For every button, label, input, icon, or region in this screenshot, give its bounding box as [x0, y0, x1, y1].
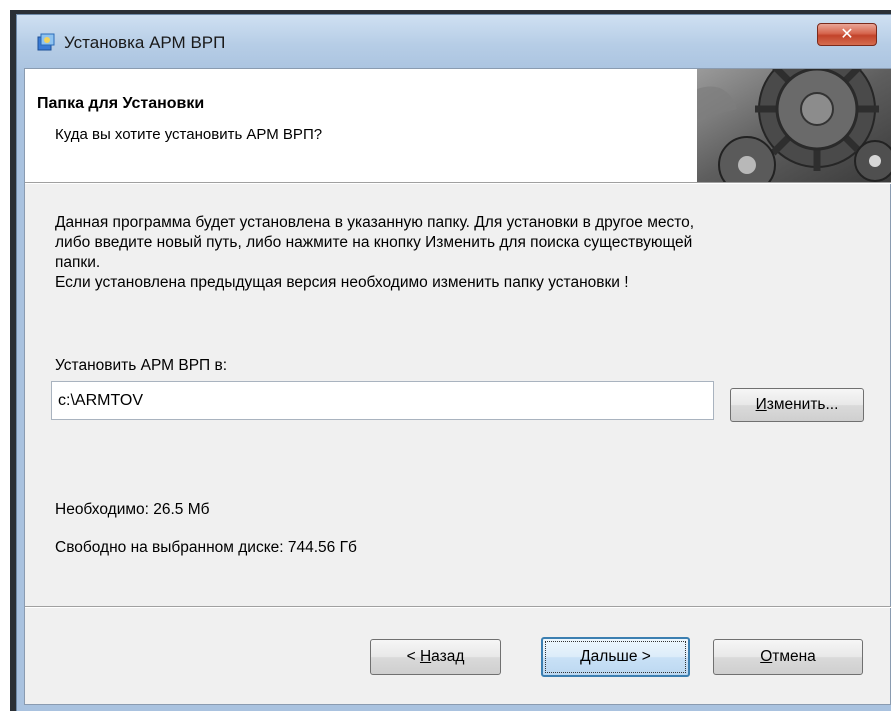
instructions-line: либо введите новый путь, либо нажмите на… — [55, 234, 693, 251]
instructions-text: Данная программа будет установлена в ука… — [55, 213, 875, 293]
close-button[interactable]: ✕ — [817, 23, 877, 46]
next-button[interactable]: Дальше > — [541, 637, 690, 677]
footer-divider — [25, 606, 891, 608]
cancel-button[interactable]: Отмена — [713, 639, 863, 675]
page-title: Папка для Установки — [37, 95, 205, 112]
dialog-client-area: Папка для Установки Куда вы хотите устан… — [24, 68, 891, 705]
instructions-line: Если установлена предыдущая версия необх… — [55, 274, 629, 291]
focus-rectangle — [545, 641, 686, 673]
instructions-line: Данная программа будет установлена в ука… — [55, 214, 695, 231]
change-folder-button[interactable]: Изменить... — [730, 388, 864, 422]
free-space-text: Свободно на выбранном диске: 744.56 Гб — [55, 539, 357, 556]
header-band: Папка для Установки Куда вы хотите устан… — [25, 69, 891, 182]
installer-icon — [37, 33, 55, 51]
instructions-line: папки. — [55, 254, 101, 271]
install-path-label: Установить АРМ ВРП в: — [55, 357, 228, 374]
required-space-text: Необходимо: 26.5 Мб — [55, 501, 210, 518]
close-icon: ✕ — [840, 24, 854, 43]
header-divider — [25, 182, 891, 184]
window-title: Установка АРМ ВРП — [64, 33, 226, 52]
install-path-input[interactable] — [51, 381, 714, 420]
gears-banner-image — [697, 69, 891, 182]
back-button[interactable]: < Назад — [370, 639, 501, 675]
page-subtitle: Куда вы хотите установить АРМ ВРП? — [55, 126, 323, 143]
